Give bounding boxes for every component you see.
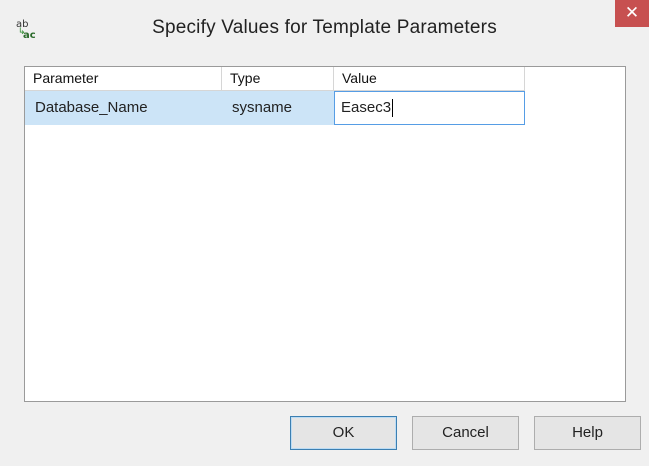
table-row[interactable]: Database_Name sysname Easec3 <box>25 91 625 125</box>
title-bar[interactable]: ab ↳ ac Specify Values for Template Para… <box>0 0 649 60</box>
cancel-button[interactable]: Cancel <box>412 416 519 450</box>
help-button[interactable]: Help <box>534 416 641 450</box>
cell-parameter[interactable]: Database_Name <box>25 91 222 125</box>
value-input[interactable]: Easec3 <box>334 91 525 125</box>
ok-button[interactable]: OK <box>290 416 397 450</box>
column-header-value[interactable]: Value <box>334 67 525 91</box>
template-parameters-dialog: ab ↳ ac Specify Values for Template Para… <box>0 0 649 466</box>
close-icon: ✕ <box>624 3 640 23</box>
column-header-parameter[interactable]: Parameter <box>25 67 222 91</box>
cell-type[interactable]: sysname <box>222 91 334 125</box>
column-header-type[interactable]: Type <box>222 67 334 91</box>
parameters-grid[interactable]: Parameter Type Value Database_Name sysna… <box>24 66 626 402</box>
close-button[interactable]: ✕ <box>615 0 649 27</box>
value-input-text: Easec3 <box>341 99 392 116</box>
text-caret <box>392 99 394 118</box>
dialog-title: Specify Values for Template Parameters <box>152 17 497 38</box>
grid-header: Parameter Type Value <box>25 67 625 91</box>
